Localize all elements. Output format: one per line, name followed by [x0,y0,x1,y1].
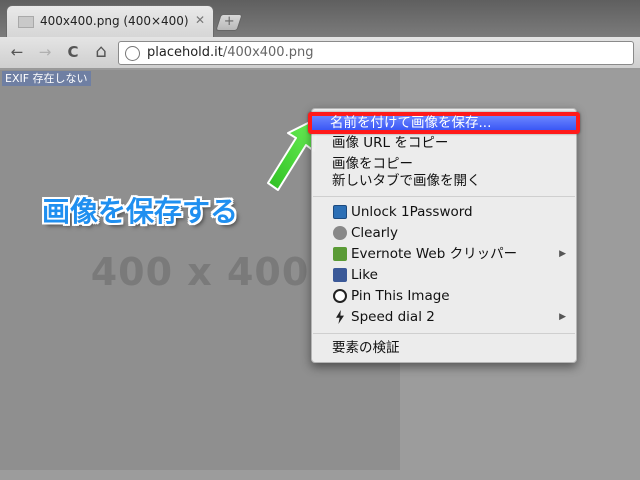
chevron-right-icon: ▶ [559,312,566,322]
menu-item-label: 要素の検証 [332,340,400,356]
browser-toolbar: ← → C ⌂ placehold.it/400x400.png [0,37,640,69]
annotation-callout: 画像を保存する [42,195,239,228]
clearly-icon [333,226,347,240]
home-button[interactable]: ⌂ [90,42,112,62]
menu-item-label: 新しいタブで画像を開く [332,173,481,189]
menu-item-copy-image-url[interactable]: 画像 URL をコピー [312,133,576,154]
menu-separator [313,196,575,197]
menu-item-label: Evernote Web クリッパー [351,246,518,262]
menu-item-save-image-as[interactable]: 名前を付けて画像を保存... [308,112,580,134]
menu-item-open-image-new-tab[interactable]: 新しいタブで画像を開く [312,171,576,192]
menu-item-unlock-1password[interactable]: Unlock 1Password [312,202,576,223]
url-text: placehold.it/400x400.png [147,45,313,60]
tab-bar: 400x400.png (400×400) ✕ + [0,0,640,37]
exif-badge: EXIF 存在しない [2,71,91,86]
menu-item-evernote-web-clipper[interactable]: Evernote Web クリッパー ▶ [312,244,576,265]
menu-item-like[interactable]: Like [312,265,576,286]
forward-button[interactable]: → [34,42,56,62]
menu-item-label: Unlock 1Password [351,204,473,220]
reload-button[interactable]: C [62,42,84,62]
menu-item-label: Speed dial 2 [351,309,435,325]
lightning-icon [336,310,344,324]
facebook-icon [333,268,347,282]
address-bar[interactable]: placehold.it/400x400.png [118,41,634,65]
menu-separator [313,333,575,334]
context-menu: 名前を付けて画像を保存... 画像 URL をコピー 画像をコピー 新しいタブで… [308,108,580,363]
evernote-icon [333,247,347,261]
close-icon[interactable]: ✕ [195,13,205,27]
menu-item-label: Clearly [351,225,399,241]
onepassword-icon [333,205,347,219]
image-favicon-icon [18,16,34,28]
menu-item-inspect-element[interactable]: 要素の検証 [312,338,576,359]
chevron-right-icon: ▶ [559,249,566,259]
back-button[interactable]: ← [6,42,28,62]
menu-item-label: Like [351,267,378,283]
url-path: /400x400.png [222,45,314,60]
plus-icon: + [223,14,235,29]
new-tab-button[interactable]: + [215,14,243,31]
menu-item-label: 画像 URL をコピー [332,135,449,151]
tab-current[interactable]: 400x400.png (400×400) ✕ [6,5,214,37]
globe-icon [125,46,140,61]
menu-item-label: 名前を付けて画像を保存... [330,115,492,131]
menu-item-pin-this-image[interactable]: Pin This Image [312,286,576,307]
url-host: placehold.it [147,45,223,60]
menu-item-label: Pin This Image [351,288,450,304]
tab-title: 400x400.png (400×400) [40,14,189,28]
menu-item-clearly[interactable]: Clearly [312,223,576,244]
menu-item-speed-dial-2[interactable]: Speed dial 2 ▶ [312,307,576,328]
pinterest-icon [333,289,347,303]
